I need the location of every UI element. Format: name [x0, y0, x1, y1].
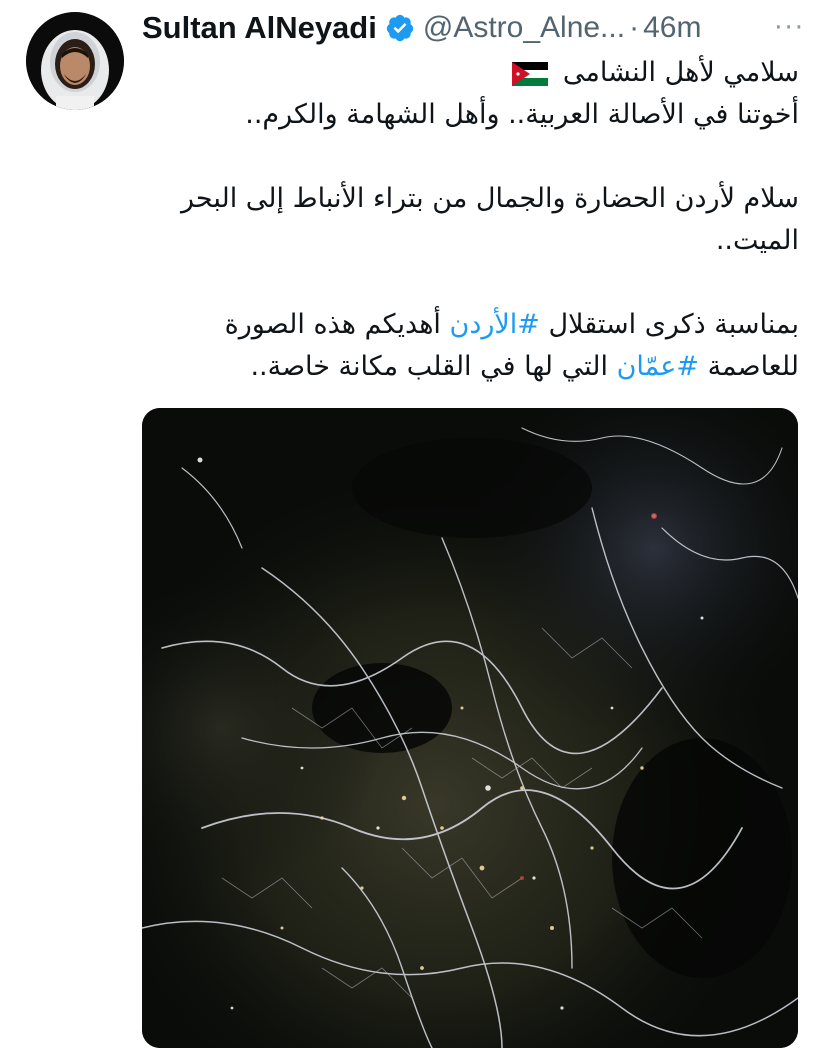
- tweet-text-segment: بمناسبة ذكرى استقلال: [539, 309, 799, 340]
- tweet-line: سلام لأردن الحضارة والجمال من بتراء الأن…: [181, 183, 799, 256]
- tweet-body: سلامي لأهل النشامى أخوتنا في الأصالة الع…: [142, 52, 799, 388]
- tweet-timestamp[interactable]: 46m: [643, 11, 701, 45]
- tweet-line: أخوتنا في الأصالة العربية.. وأهل الشهامة…: [245, 99, 799, 130]
- tweet-text-segment: التي لها في القلب مكانة خاصة..: [250, 351, 617, 382]
- author-avatar[interactable]: [26, 12, 124, 110]
- header-separator: ·: [629, 11, 640, 44]
- author-handle[interactable]: @Astro_Alne...: [423, 11, 625, 45]
- hashtag-jordan-link[interactable]: #الأردن: [450, 309, 540, 340]
- more-options-button[interactable]: ···: [774, 13, 811, 43]
- tweet-text-segment: سلامي لأهل النشامى: [562, 57, 799, 88]
- author-display-name[interactable]: Sultan AlNeyadi: [142, 10, 377, 46]
- tweet-header: Sultan AlNeyadi @Astro_Alne... · 46m ···: [142, 8, 811, 48]
- tweet-media-photo[interactable]: [142, 408, 798, 1048]
- tweet-line: بمناسبة ذكرى استقلال #الأردن أهديكم هذه …: [142, 304, 799, 388]
- astronaut-avatar-icon: [26, 12, 124, 110]
- jordan-flag-icon: [512, 61, 549, 86]
- tweet-line: سلامي لأهل النشامى: [142, 52, 799, 94]
- verified-badge-icon: [386, 14, 413, 42]
- amman-night-from-space-photo-icon: [142, 408, 798, 1048]
- hashtag-amman-link[interactable]: #عمّان: [617, 351, 699, 382]
